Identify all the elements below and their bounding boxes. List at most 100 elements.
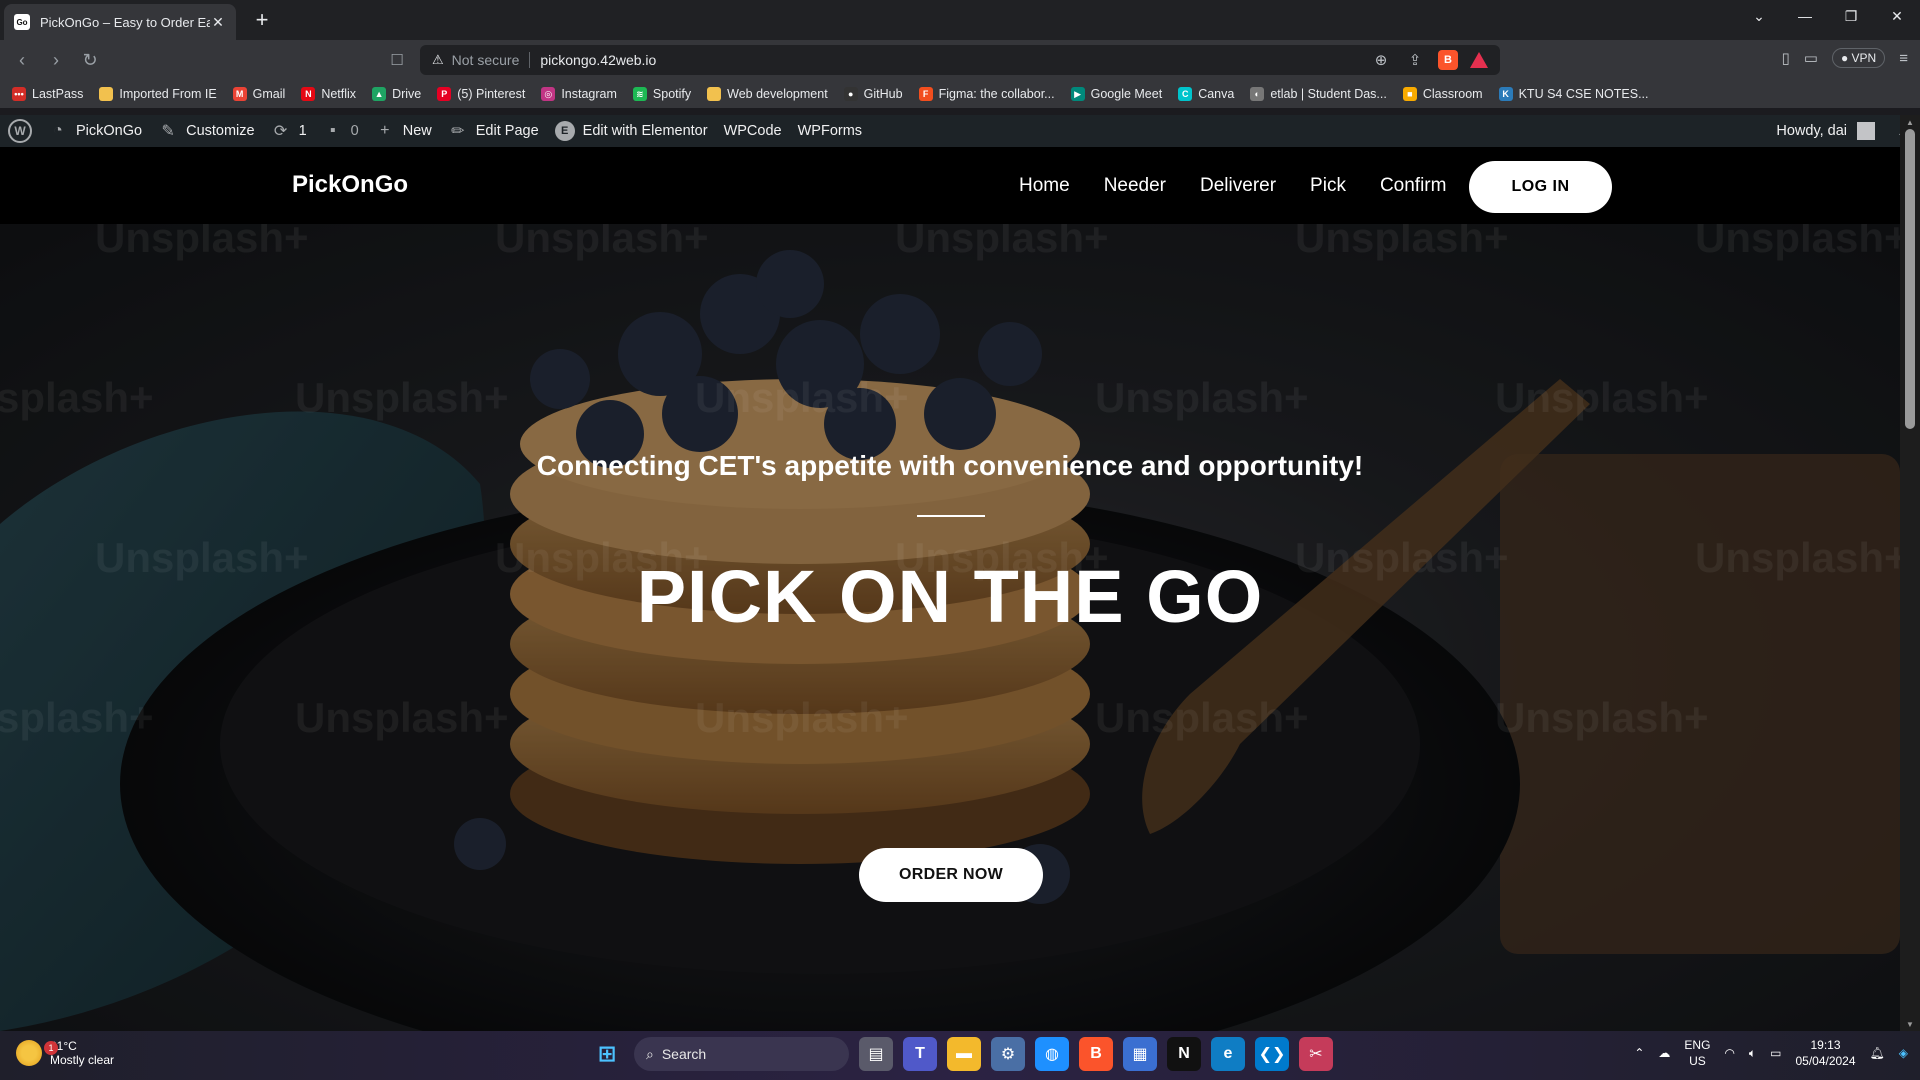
bookmark-item[interactable]: ▲ Drive xyxy=(372,87,421,101)
address-url[interactable]: pickongo.42web.io xyxy=(540,52,1358,68)
bookmark-item[interactable]: Imported From IE xyxy=(99,87,217,101)
unsplash-watermark: Unsplash+ xyxy=(295,374,509,421)
bookmark-item[interactable]: F Figma: the collabor... xyxy=(918,87,1055,101)
chevron-up-icon[interactable]: ⌃ xyxy=(1634,1046,1644,1060)
snipping-tool-icon[interactable]: ✂ xyxy=(1299,1037,1333,1071)
battery-icon[interactable]: ▭ xyxy=(1770,1046,1781,1060)
scrollbar-thumb[interactable] xyxy=(1905,129,1915,429)
site-logo[interactable]: PickOnGo xyxy=(292,171,408,199)
minimize-icon[interactable]: — xyxy=(1782,0,1828,32)
onedrive-icon[interactable]: ☁ xyxy=(1658,1046,1670,1060)
browser-tab-active[interactable]: Go PickOnGo – Easy to Order Easy ✕ xyxy=(4,4,236,40)
nav-home[interactable]: Home xyxy=(1002,175,1087,197)
order-now-button[interactable]: ORDER NOW xyxy=(859,848,1043,902)
wp-new[interactable]: + New xyxy=(367,115,440,147)
vscode-icon[interactable]: ❮❯ xyxy=(1255,1037,1289,1071)
ktu-icon: K xyxy=(1498,87,1513,101)
forward-icon[interactable]: › xyxy=(44,48,68,72)
bookmark-item[interactable]: N Netflix xyxy=(301,87,356,101)
brave-taskbar-icon[interactable]: B xyxy=(1079,1037,1113,1071)
tab-search-icon[interactable]: ⌄ xyxy=(1736,0,1782,32)
wp-updates[interactable]: ⟳ 1 xyxy=(263,115,315,147)
back-icon[interactable]: ‹ xyxy=(10,48,34,72)
start-icon[interactable]: ⊞ xyxy=(590,1037,624,1071)
bookmark-item[interactable]: C Canva xyxy=(1178,87,1234,101)
wp-site-name[interactable]: ◔ PickOnGo xyxy=(40,115,150,147)
wp-customize[interactable]: ✎ Customize xyxy=(150,115,263,147)
wp-elementor[interactable]: E Edit with Elementor xyxy=(547,115,716,147)
taskbar-search[interactable]: ⌕ Search xyxy=(634,1037,849,1071)
wp-wpcode[interactable]: WPCode xyxy=(716,115,790,147)
volume-icon[interactable]: 🔈︎ xyxy=(1749,1046,1756,1061)
netflix-taskbar-icon[interactable]: N xyxy=(1167,1037,1201,1071)
bookmark-label: GitHub xyxy=(863,87,903,101)
bookmark-page-icon[interactable]: ☐ xyxy=(385,48,409,72)
share-icon[interactable]: ⇪ xyxy=(1404,49,1426,71)
browser-tab-strip: Go PickOnGo – Easy to Order Easy ✕ + ⌄ —… xyxy=(0,0,1920,40)
wp-edit-page[interactable]: ✏ Edit Page xyxy=(440,115,547,147)
bookmark-item[interactable]: K KTU S4 CSE NOTES... xyxy=(1498,87,1648,101)
temperature: 31°C xyxy=(50,1039,77,1053)
nav-confirm[interactable]: Confirm xyxy=(1363,175,1464,197)
nav-deliverer[interactable]: Deliverer xyxy=(1183,175,1293,197)
wifi-icon[interactable]: ◠ xyxy=(1724,1046,1734,1060)
language-indicator[interactable]: ENG US xyxy=(1684,1037,1710,1069)
wp-comments[interactable]: ▪ 0 xyxy=(315,115,367,147)
close-tab-icon[interactable]: ✕ xyxy=(210,14,226,30)
new-tab-icon[interactable]: + xyxy=(250,7,274,32)
store-icon[interactable]: ▦ xyxy=(1123,1037,1157,1071)
unsplash-watermark: Unsplash+ xyxy=(95,224,309,261)
howdy-label[interactable]: Howdy, dai xyxy=(1776,123,1847,139)
address-bar[interactable]: ⚠ Not secure pickongo.42web.io ⊕ ⇪ B xyxy=(420,45,1500,75)
scroll-up-icon[interactable]: ▲ xyxy=(1900,115,1920,129)
brave-rewards-icon[interactable] xyxy=(1470,52,1488,68)
wordpress-logo-icon[interactable]: W xyxy=(8,119,32,143)
wallet-icon[interactable]: ▭ xyxy=(1804,49,1818,67)
page-scrollbar[interactable]: ▲ ▼ xyxy=(1900,115,1920,1031)
github-icon: ● xyxy=(843,87,858,101)
address-divider xyxy=(529,52,531,68)
instagram-icon: ◎ xyxy=(541,87,556,101)
brave-shields-icon[interactable]: B xyxy=(1438,50,1458,70)
taskbar-center: ⊞ ⌕ Search ▤ T ▬ ⚙ ◍ B ▦ Ne ❮❯ ✂ xyxy=(590,1037,1333,1071)
bookmark-label: (5) Pinterest xyxy=(457,87,526,101)
login-button[interactable]: LOG IN xyxy=(1469,161,1612,213)
bookmark-item[interactable]: ◐ etlab | Student Das... xyxy=(1250,87,1387,101)
menu-icon[interactable]: ≡ xyxy=(1899,50,1908,67)
bookmark-item[interactable]: ▶ Google Meet xyxy=(1070,87,1162,101)
bookmark-item[interactable]: ◎ Instagram xyxy=(541,87,617,101)
file-explorer-icon[interactable]: ▬ xyxy=(947,1037,981,1071)
bookmark-item[interactable]: P (5) Pinterest xyxy=(437,87,525,101)
sidebar-icon[interactable]: ▯ xyxy=(1782,49,1790,67)
restore-icon[interactable]: ❐ xyxy=(1828,0,1874,32)
bookmark-item[interactable]: ••• LastPass xyxy=(12,87,83,101)
wp-wpcode-label: WPCode xyxy=(723,123,782,139)
nav-pick[interactable]: Pick xyxy=(1293,175,1363,197)
bookmark-item[interactable]: ≋ Spotify xyxy=(632,87,691,101)
vpn-button[interactable]: ● VPN xyxy=(1831,48,1886,68)
copilot-icon[interactable]: ◈ xyxy=(1899,1046,1908,1060)
lang-line1: ENG xyxy=(1684,1038,1711,1052)
teams-icon[interactable]: T xyxy=(903,1037,937,1071)
zoom-icon[interactable]: ⊕ xyxy=(1370,49,1392,71)
vpn-label: VPN xyxy=(1851,51,1877,65)
safari-icon[interactable]: ◍ xyxy=(1035,1037,1069,1071)
pencil-icon: ✏ xyxy=(451,123,465,140)
avatar[interactable] xyxy=(1857,122,1876,140)
settings-icon[interactable]: ⚙ xyxy=(991,1037,1025,1071)
wp-wpforms[interactable]: WPForms xyxy=(790,115,870,147)
bookmark-item[interactable]: M Gmail xyxy=(232,87,285,101)
reload-icon[interactable]: ↻ xyxy=(78,48,102,72)
security-status[interactable]: Not secure xyxy=(452,52,520,68)
bookmark-item[interactable]: Web development xyxy=(707,87,828,101)
weather-widget[interactable]: 31°C Mostly clear 1 xyxy=(16,1039,114,1067)
nav-needer[interactable]: Needer xyxy=(1087,175,1183,197)
clock[interactable]: 19:13 05/04/2024 xyxy=(1795,1037,1855,1069)
task-view-icon[interactable]: ▤ xyxy=(859,1037,893,1071)
bookmark-item[interactable]: ■ Classroom xyxy=(1402,87,1483,101)
scroll-down-icon[interactable]: ▼ xyxy=(1900,1017,1920,1031)
bookmark-item[interactable]: ● GitHub xyxy=(843,87,903,101)
close-window-icon[interactable]: ✕ xyxy=(1874,0,1920,32)
notification-bell-icon[interactable]: 🔔︎ xyxy=(1870,1046,1885,1060)
edge-icon[interactable]: e xyxy=(1211,1037,1245,1071)
